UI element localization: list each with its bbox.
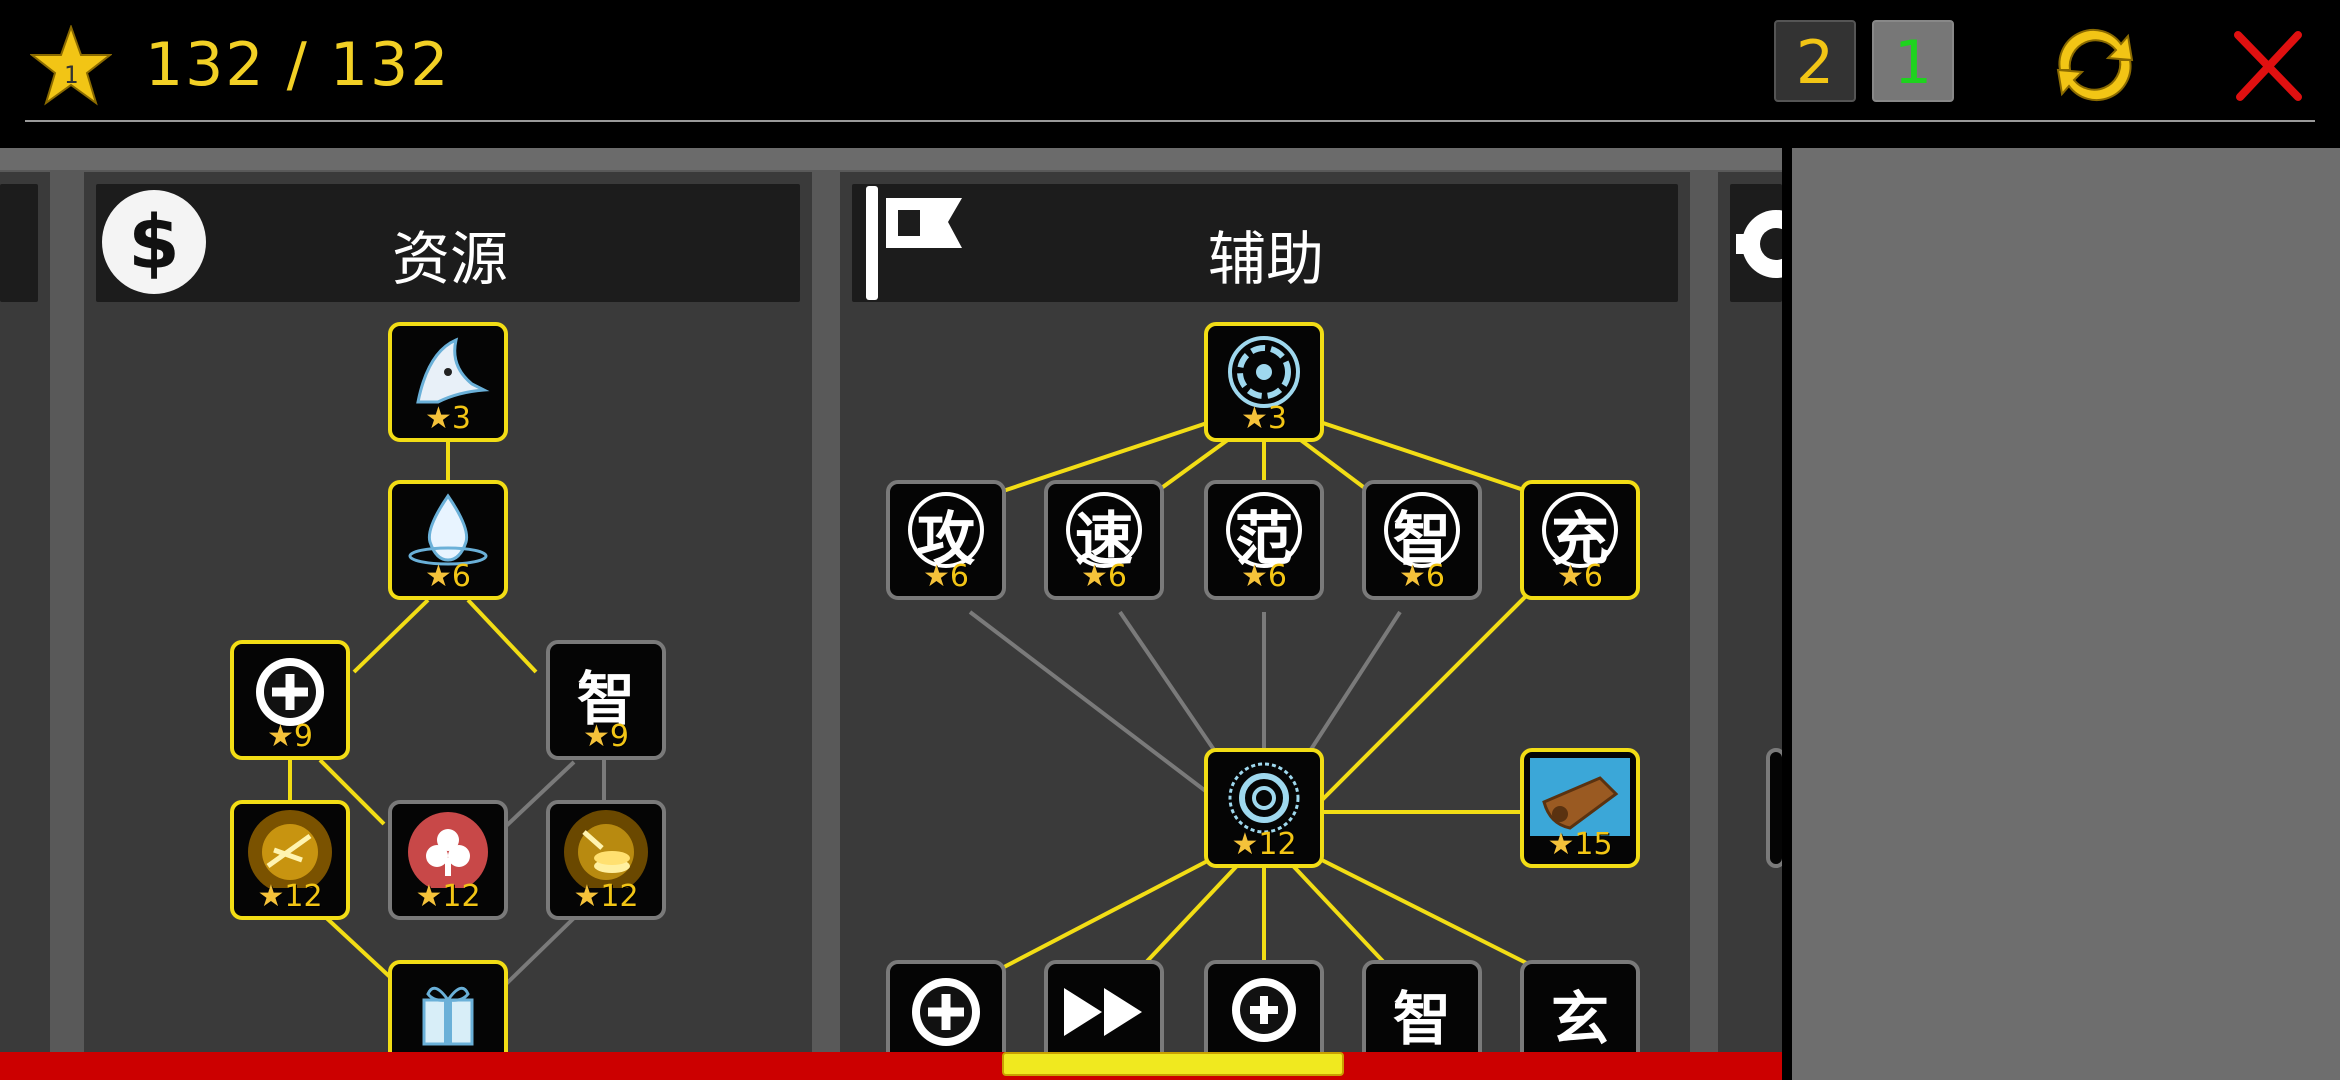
fast-forward-icon bbox=[1064, 988, 1142, 1036]
support-connections bbox=[959, 400, 1581, 992]
node-target-wheel[interactable]: ★12 bbox=[1204, 748, 1324, 868]
star-level: 1 bbox=[63, 61, 79, 89]
close-icon[interactable] bbox=[2228, 25, 2308, 105]
node-glyph-speed[interactable]: 速 ★6 bbox=[1044, 480, 1164, 600]
node-cost: 3 bbox=[451, 401, 471, 436]
node-shield-wheel[interactable]: ★3 bbox=[1204, 322, 1324, 442]
column-right-partial bbox=[1718, 172, 1782, 1052]
node-glyph-xuan[interactable]: 玄 bbox=[1520, 960, 1640, 1052]
gift-box-icon bbox=[422, 986, 474, 1046]
top-bar: 1 132 / 132 2 1 bbox=[0, 0, 2340, 125]
node-water-drop[interactable]: ★6 bbox=[388, 480, 508, 600]
clover-icon bbox=[408, 812, 488, 888]
horizontal-scrollbar-thumb[interactable] bbox=[1002, 1052, 1344, 1076]
node-magnify-plus[interactable] bbox=[1204, 960, 1324, 1052]
partial-node bbox=[1766, 748, 1782, 868]
column-resources: $ 资源 ★3 ★6 ★9 智 ★9 ★12 ★12 ★12 bbox=[84, 172, 812, 1052]
node-clover[interactable]: ★12 bbox=[388, 800, 508, 920]
stars-count: 132 / 132 bbox=[145, 30, 451, 100]
node-cost: 12 bbox=[442, 879, 481, 914]
gold-coins-icon bbox=[564, 810, 648, 888]
resources-connections bbox=[288, 422, 606, 992]
column-right-header bbox=[1730, 184, 1782, 302]
node-gold-scroll[interactable]: ★12 bbox=[230, 800, 350, 920]
node-gift-box[interactable] bbox=[388, 960, 508, 1052]
node-cost: 12 bbox=[1258, 827, 1297, 862]
node-cost: 6 bbox=[1107, 559, 1127, 594]
target-wheel-icon bbox=[1228, 762, 1300, 834]
node-gold-coins[interactable]: ★12 bbox=[546, 800, 666, 920]
column-left-partial bbox=[0, 172, 50, 1052]
node-whistle[interactable]: ★15 bbox=[1520, 748, 1640, 868]
node-fast-forward[interactable] bbox=[1044, 960, 1164, 1052]
node-glyph-range[interactable]: 范 ★6 bbox=[1204, 480, 1324, 600]
node-cost: 12 bbox=[284, 879, 323, 914]
page-2-label: 2 bbox=[1795, 28, 1835, 98]
node-glyph-wisdom-2[interactable]: 智 bbox=[1362, 960, 1482, 1052]
gear-icon bbox=[1732, 204, 1782, 284]
node-cost: 3 bbox=[1267, 401, 1287, 436]
star-level-icon: 1 bbox=[29, 24, 113, 107]
node-glyph: 玄 bbox=[1550, 985, 1609, 1052]
magnify-plus-icon bbox=[1232, 978, 1296, 1042]
node-cost: 6 bbox=[1583, 559, 1603, 594]
page-1-label: 1 bbox=[1893, 28, 1933, 98]
node-cost: 6 bbox=[451, 559, 471, 594]
node-plus-circle[interactable]: ★9 bbox=[230, 640, 350, 760]
detail-panel bbox=[1788, 148, 2340, 1080]
gold-scroll-icon bbox=[248, 810, 332, 888]
node-glyph: 智 bbox=[1392, 985, 1451, 1052]
node-glyph-attack[interactable]: 攻 ★6 bbox=[886, 480, 1006, 600]
top-divider bbox=[25, 120, 2315, 122]
column-left-header bbox=[0, 184, 38, 302]
node-cost: 9 bbox=[609, 719, 629, 754]
node-glyph-charge[interactable]: 充 ★6 bbox=[1520, 480, 1640, 600]
column-support: 辅助 ★3 攻 ★6 速 ★6 范 ★6 智 ★6 充 ★6 ★12 ★15 智… bbox=[840, 172, 1690, 1052]
skill-tree-area[interactable]: $ 资源 ★3 ★6 ★9 智 ★9 ★12 ★12 ★12 辅助 ★3 攻 ★… bbox=[0, 148, 1782, 1052]
tree-top-strip bbox=[0, 148, 1782, 170]
plus-circle-icon bbox=[256, 658, 324, 726]
node-cost: 6 bbox=[1425, 559, 1445, 594]
page-1-button[interactable]: 1 bbox=[1872, 20, 1954, 102]
node-cost: 6 bbox=[1267, 559, 1287, 594]
shark-icon bbox=[416, 337, 490, 404]
node-shark[interactable]: ★3 bbox=[388, 322, 508, 442]
node-cost: 9 bbox=[293, 719, 313, 754]
node-glyph-wisdom[interactable]: 智 ★6 bbox=[1362, 480, 1482, 600]
node-cost: 12 bbox=[600, 879, 639, 914]
horizontal-scrollbar-track[interactable] bbox=[0, 1052, 1782, 1080]
page-2-button[interactable]: 2 bbox=[1774, 20, 1856, 102]
whistle-icon bbox=[1530, 758, 1630, 836]
node-cost: 6 bbox=[949, 559, 969, 594]
plus-circle-icon bbox=[912, 978, 980, 1046]
water-drop-icon bbox=[408, 493, 488, 566]
node-glyph-zhi[interactable]: 智 ★9 bbox=[546, 640, 666, 760]
node-plus-circle-2[interactable] bbox=[886, 960, 1006, 1052]
node-cost: 15 bbox=[1574, 827, 1613, 862]
shield-wheel-icon bbox=[1228, 336, 1300, 408]
refresh-icon[interactable] bbox=[2050, 20, 2140, 110]
